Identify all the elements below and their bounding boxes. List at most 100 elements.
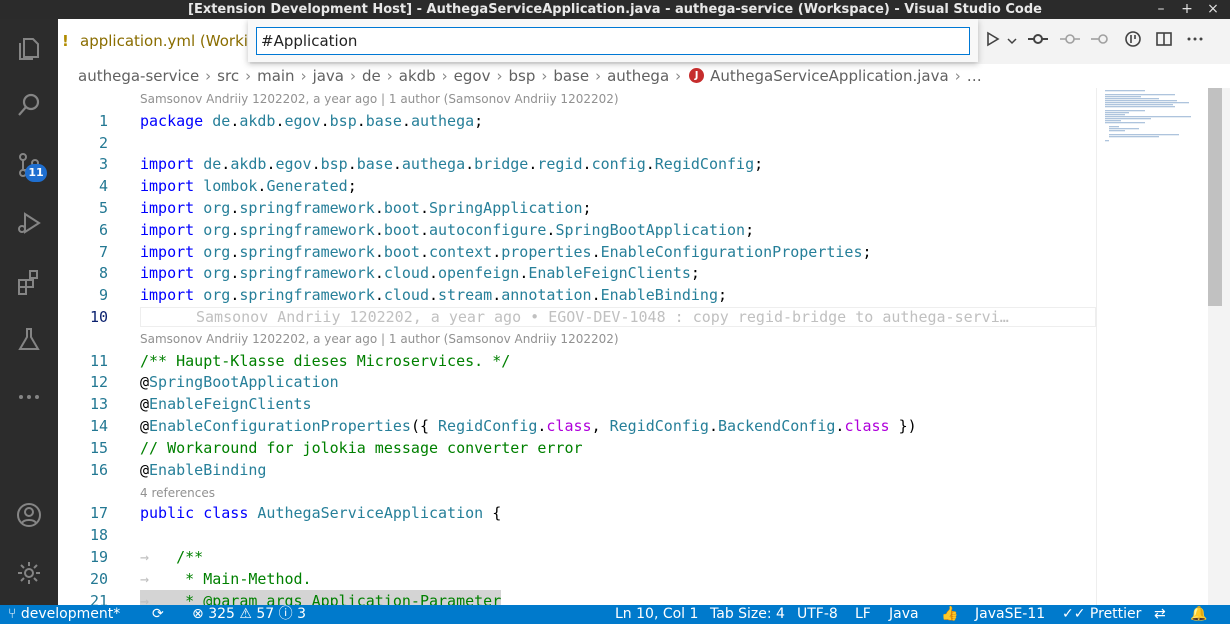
breadcrumb-item[interactable]: bsp	[508, 67, 535, 85]
minimap[interactable]	[1096, 88, 1208, 605]
line-number: 8	[98, 264, 108, 282]
line-number: 13	[89, 395, 108, 413]
line-number: 2	[98, 134, 108, 152]
split-editor-icon[interactable]	[1152, 30, 1176, 54]
previous-change-icon[interactable]	[1058, 30, 1082, 54]
line-number: 19	[89, 548, 108, 566]
code-line: 9 import org.springframework.cloud.stream…	[58, 284, 1096, 306]
close-window-button[interactable]: ×	[1200, 0, 1226, 19]
explorer-icon[interactable]	[11, 31, 47, 67]
code-line: 18	[58, 524, 1096, 546]
chevron-right-icon: ›	[350, 67, 356, 85]
breadcrumb-item[interactable]: base	[553, 67, 589, 85]
code-line: 20 → * Main-Method.	[58, 568, 1096, 590]
chevron-down-icon[interactable]	[1000, 30, 1024, 54]
code-line: 17 public class AuthegaServiceApplication…	[58, 502, 1096, 524]
line-ending[interactable]: LF	[855, 605, 871, 624]
codelens-references[interactable]: 4 references	[140, 484, 215, 502]
more-icon[interactable]	[11, 379, 47, 415]
notifications-bell-icon[interactable]: 🔔	[1190, 605, 1207, 624]
code-line-current: 10 Samsonov Andriiy 1202202, a year ago •…	[58, 306, 1096, 328]
code-line: 15// Workaround for jolokia message conv…	[58, 437, 1096, 459]
chevron-right-icon: ›	[595, 67, 602, 85]
breadcrumb: authega-service › src › main › java › de › akdb › eg…	[58, 64, 1230, 88]
search-icon[interactable]	[11, 87, 47, 123]
java-file-icon: J	[689, 68, 705, 83]
git-commit-icon[interactable]	[1026, 30, 1050, 54]
chevron-right-icon: ›	[675, 67, 682, 85]
prettier-status[interactable]: ✓✓ Prettier	[1062, 605, 1141, 624]
line-number: 3	[98, 155, 108, 173]
feedback-icon[interactable]: 👍	[941, 605, 958, 624]
more-actions-icon[interactable]	[1183, 30, 1207, 54]
code-line: 11/** Haupt-Klasse dieses Microservices.…	[58, 350, 1096, 372]
breadcrumb-item[interactable]: authega	[607, 67, 669, 85]
codelens-blame[interactable]: Samsonov Andriiy 1202202, a year ago | 1…	[140, 90, 619, 108]
code-line: 16 @EnableBinding	[58, 459, 1096, 481]
source-control-badge: 11	[25, 164, 47, 182]
line-number: 11	[89, 352, 108, 370]
line-number: 16	[89, 461, 108, 479]
extensions-icon[interactable]	[11, 264, 47, 300]
code-line: 19 → /**	[58, 546, 1096, 568]
line-number: 21	[89, 592, 108, 605]
run-debug-icon[interactable]	[11, 205, 47, 241]
line-number: 1	[98, 112, 108, 130]
tab-size[interactable]: Tab Size: 4	[710, 605, 785, 624]
breadcrumb-item[interactable]: main	[257, 67, 294, 85]
scrollbar-thumb[interactable]	[1208, 88, 1222, 306]
tab-label: application.yml (Workin	[80, 32, 250, 50]
warning-icon: ⚠	[239, 606, 257, 622]
quick-open-input[interactable]	[256, 27, 970, 55]
live-share-icon[interactable]: ⇄	[1154, 605, 1166, 624]
error-icon: ⊗	[192, 606, 209, 622]
cursor-position[interactable]: Ln 10, Col 1	[615, 605, 698, 624]
code-editor[interactable]: Samsonov Andriiy 1202202, a year ago | 1…	[58, 88, 1096, 605]
code-line: 13 @EnableFeignClients	[58, 393, 1096, 415]
maximize-button[interactable]: +	[1174, 0, 1200, 19]
line-number: 9	[98, 286, 108, 304]
breadcrumb-item[interactable]: src	[217, 67, 239, 85]
chevron-right-icon: ›	[541, 67, 548, 85]
breadcrumb-item[interactable]: java	[313, 67, 344, 85]
breadcrumb-item[interactable]: de	[362, 67, 381, 85]
chevron-right-icon: ›	[954, 67, 961, 85]
testing-icon[interactable]	[11, 321, 47, 357]
chevron-right-icon: ›	[205, 67, 212, 85]
breadcrumb-item[interactable]: egov	[454, 67, 491, 85]
manage-gear-icon[interactable]	[11, 555, 47, 591]
check-icon: ✓✓	[1062, 606, 1090, 622]
account-icon[interactable]	[11, 497, 47, 533]
minimize-button[interactable]: –	[1148, 0, 1174, 19]
git-branch-icon: ⑂	[8, 606, 21, 622]
quick-open-widget	[248, 19, 978, 62]
warning-marker-icon: !	[62, 32, 69, 50]
code-line: 8 import org.springframework.cloud.openfe…	[58, 262, 1096, 284]
breadcrumb-item[interactable]: …	[967, 67, 982, 85]
line-number: 5	[98, 199, 108, 217]
java-version[interactable]: JavaSE-11	[975, 605, 1045, 624]
code-line: 21 → * @param args Application-Parameter	[58, 590, 1096, 605]
breadcrumb-item[interactable]: akdb	[399, 67, 436, 85]
gitlens-icon[interactable]	[1121, 30, 1145, 54]
codelens-blame[interactable]: Samsonov Andriiy 1202202, a year ago | 1…	[140, 330, 619, 348]
problems-status[interactable]: ⊗ 325 ⚠ 57 ⓘ 3	[192, 605, 306, 624]
branch-status[interactable]: ⑂ development*	[8, 605, 120, 624]
code-line: 14 @EnableConfigurationProperties({ Regid…	[58, 415, 1096, 437]
sync-icon[interactable]: ⟳	[152, 605, 164, 624]
code-line: 5 import org.springframework.boot.SpringA…	[58, 197, 1096, 219]
next-change-icon[interactable]	[1089, 30, 1113, 54]
line-number: 10	[89, 308, 108, 326]
code-line: 3 import de.akdb.egov.bsp.base.authega.br…	[58, 153, 1096, 175]
inline-blame: Samsonov Andriiy 1202202, a year ago • E…	[196, 308, 1009, 326]
code-line: 12 @SpringBootApplication	[58, 371, 1096, 393]
breadcrumb-item[interactable]: AuthegaServiceApplication.java	[710, 67, 949, 85]
language-mode[interactable]: Java	[889, 605, 919, 624]
tab-application-yml[interactable]: ! application.yml (Workin	[58, 19, 250, 64]
info-icon: ⓘ	[278, 606, 298, 622]
breadcrumb-item[interactable]: authega-service	[78, 67, 199, 85]
right-panel-edge	[1222, 88, 1230, 605]
encoding[interactable]: UTF-8	[797, 605, 838, 624]
line-number: 18	[89, 526, 108, 544]
line-number: 4	[98, 177, 108, 195]
